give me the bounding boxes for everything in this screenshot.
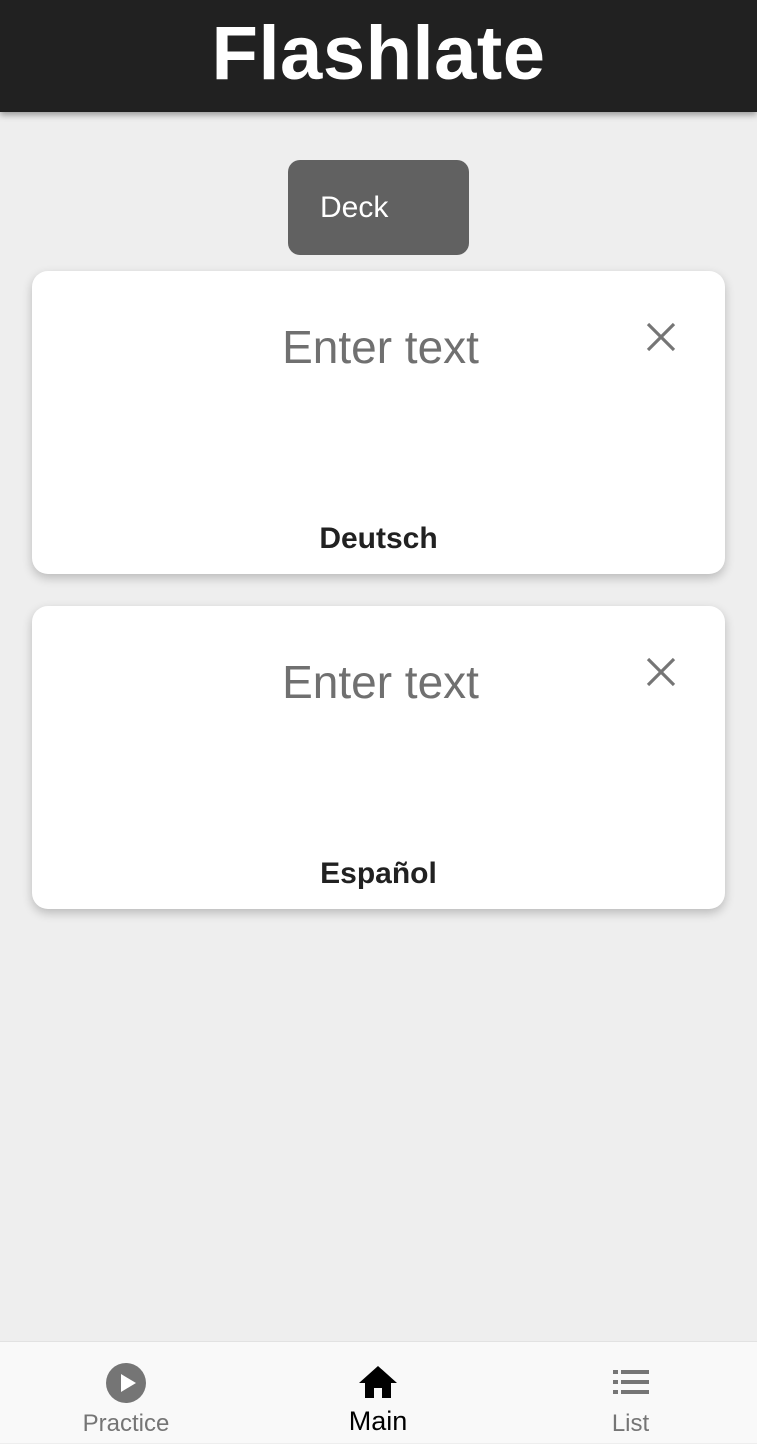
close-icon[interactable] (641, 317, 681, 357)
translation-card-espanol: Español (32, 606, 725, 909)
play-circle-icon (105, 1362, 147, 1404)
list-icon (610, 1362, 652, 1404)
home-icon (357, 1362, 399, 1404)
deck-button-label: Deck (320, 190, 389, 224)
card-language-label: Deutsch (319, 522, 438, 555)
bottom-navigation: Practice Main List (0, 1341, 757, 1443)
text-input-deutsch[interactable] (122, 311, 639, 383)
nav-label-list: List (611, 1410, 650, 1437)
translation-card-deutsch: Deutsch (32, 271, 725, 574)
deck-button[interactable]: Deck (288, 160, 469, 255)
nav-label-practice: Practice (82, 1410, 170, 1437)
card-language-label: Español (320, 857, 437, 890)
app-title: Flashlate (211, 11, 546, 96)
close-icon[interactable] (641, 652, 681, 692)
nav-item-list[interactable]: List (504, 1342, 757, 1444)
app-header: Flashlate (0, 0, 757, 112)
nav-item-practice[interactable]: Practice (0, 1342, 252, 1444)
nav-item-main[interactable]: Main (252, 1342, 504, 1444)
text-input-espanol[interactable] (122, 646, 639, 718)
nav-label-main: Main (348, 1406, 408, 1436)
